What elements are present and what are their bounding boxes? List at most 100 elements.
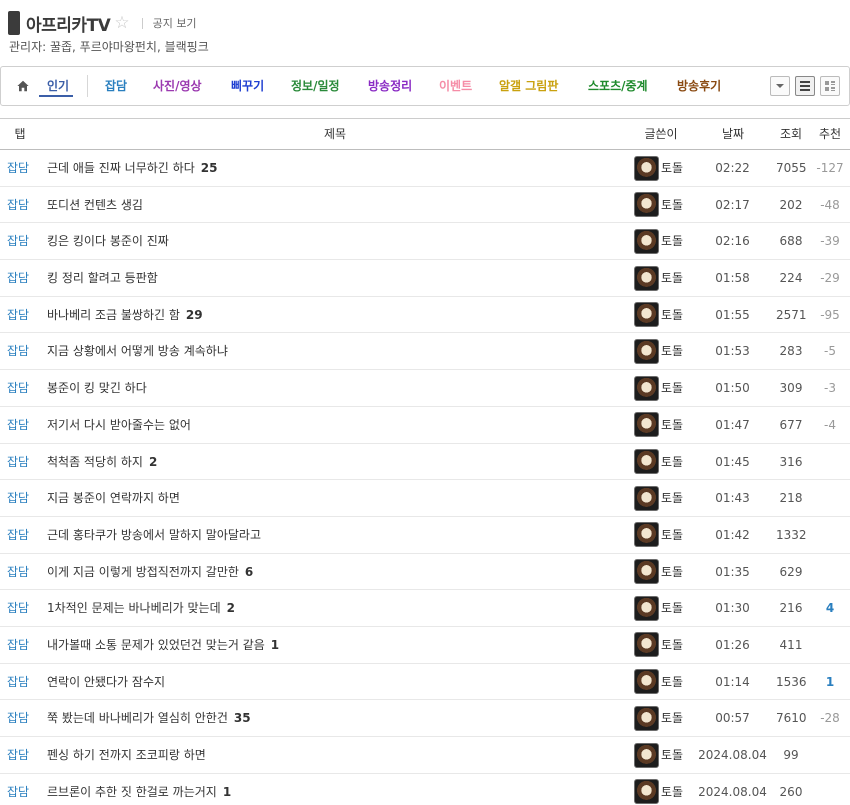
- writer-nick[interactable]: 토돌: [661, 517, 683, 553]
- post-title-link[interactable]: 저기서 다시 받아줄수는 없어: [47, 407, 191, 443]
- row-tab[interactable]: 잡담: [7, 590, 29, 626]
- row-tab[interactable]: 잡담: [7, 480, 29, 516]
- row-tab[interactable]: 잡담: [7, 297, 29, 333]
- post-title-link[interactable]: 또디션 컨텐츠 생김: [47, 187, 143, 223]
- writer-nick[interactable]: 토돌: [661, 187, 683, 223]
- writer[interactable]: 토돌: [634, 297, 683, 333]
- tab-chat[interactable]: 잡담: [105, 67, 127, 105]
- post-title[interactable]: 내가볼때 소통 문제가 있었던건 맞는거 같음: [47, 638, 265, 652]
- post-title-link[interactable]: 르브론이 추한 짓 한걸로 까는거지 1: [47, 774, 231, 805]
- writer[interactable]: 토돌: [634, 260, 683, 296]
- comment-count[interactable]: 2: [227, 601, 235, 615]
- post-title-link[interactable]: 연락이 안됐다가 잠수지: [47, 664, 165, 700]
- comment-count[interactable]: 6: [245, 565, 253, 579]
- writer[interactable]: 토돌: [634, 150, 683, 186]
- row-tab[interactable]: 잡담: [7, 370, 29, 406]
- comment-count[interactable]: 1: [223, 785, 231, 799]
- writer-nick[interactable]: 토돌: [661, 444, 683, 480]
- tab-drawing-board[interactable]: 알갤 그림판: [499, 67, 558, 105]
- post-title[interactable]: 1차적인 문제는 바나베리가 맞는데: [47, 601, 221, 615]
- writer-nick[interactable]: 토돌: [661, 590, 683, 626]
- writer[interactable]: 토돌: [634, 627, 683, 663]
- post-title-link[interactable]: 봉준이 킹 맞긴 하다: [47, 370, 147, 406]
- post-title[interactable]: 펜싱 하기 전까지 조코피랑 하면: [47, 748, 206, 762]
- post-title-link[interactable]: 킹 정리 할려고 등판함: [47, 260, 158, 296]
- writer[interactable]: 토돌: [634, 590, 683, 626]
- table-row[interactable]: 잡담 이게 지금 이렇게 방접직전까지 갈만한 6 토돌 01:35 629: [0, 554, 850, 591]
- writer-nick[interactable]: 토돌: [661, 700, 683, 736]
- tab-stream-review[interactable]: 방송후기: [677, 67, 721, 105]
- table-row[interactable]: 잡담 쭉 봤는데 바나베리가 열심히 안한건 35 토돌 00:57 7610 -28: [0, 700, 850, 737]
- writer-nick[interactable]: 토돌: [661, 480, 683, 516]
- tab-info-schedule[interactable]: 정보/일정: [291, 67, 340, 105]
- table-row[interactable]: 잡담 척척좀 적당히 하지 2 토돌 01:45 316: [0, 444, 850, 481]
- post-title[interactable]: 킹 정리 할려고 등판함: [47, 271, 158, 285]
- writer-nick[interactable]: 토돌: [661, 333, 683, 369]
- row-tab[interactable]: 잡담: [7, 260, 29, 296]
- comment-count[interactable]: 25: [201, 161, 218, 175]
- post-title-link[interactable]: 바나베리 조금 불쌍하긴 함 29: [47, 297, 203, 333]
- writer[interactable]: 토돌: [634, 223, 683, 259]
- row-tab[interactable]: 잡담: [7, 700, 29, 736]
- home-icon[interactable]: [17, 80, 29, 92]
- table-row[interactable]: 잡담 근데 애들 진짜 너무하긴 하다 25 토돌 02:22 7055 -127: [0, 150, 850, 187]
- post-title-link[interactable]: 지금 상황에서 어떻게 방송 계속하냐: [47, 333, 228, 369]
- writer-nick[interactable]: 토돌: [661, 370, 683, 406]
- tab-stream-summary[interactable]: 방송정리: [368, 67, 412, 105]
- table-row[interactable]: 잡담 연락이 안됐다가 잠수지 토돌 01:14 1536 1: [0, 664, 850, 701]
- post-title[interactable]: 킹은 킹이다 봉준이 진짜: [47, 234, 169, 248]
- table-row[interactable]: 잡담 1차적인 문제는 바나베리가 맞는데 2 토돌 01:30 216 4: [0, 590, 850, 627]
- writer-nick[interactable]: 토돌: [661, 223, 683, 259]
- post-title[interactable]: 바나베리 조금 불쌍하긴 함: [47, 308, 180, 322]
- writer-nick[interactable]: 토돌: [661, 260, 683, 296]
- writer[interactable]: 토돌: [634, 700, 683, 736]
- star-icon[interactable]: ☆: [114, 14, 129, 32]
- comment-count[interactable]: 2: [149, 455, 157, 469]
- writer-nick[interactable]: 토돌: [661, 297, 683, 333]
- writer[interactable]: 토돌: [634, 737, 683, 773]
- table-row[interactable]: 잡담 내가볼때 소통 문제가 있었던건 맞는거 같음 1 토돌 01:26 411: [0, 627, 850, 664]
- comment-count[interactable]: 29: [186, 308, 203, 322]
- table-row[interactable]: 잡담 저기서 다시 받아줄수는 없어 토돌 01:47 677 -4: [0, 407, 850, 444]
- row-tab[interactable]: 잡담: [7, 774, 29, 805]
- post-title[interactable]: 또디션 컨텐츠 생김: [47, 198, 143, 212]
- row-tab[interactable]: 잡담: [7, 333, 29, 369]
- table-row[interactable]: 잡담 펜싱 하기 전까지 조코피랑 하면 토돌 2024.08.04 99: [0, 737, 850, 774]
- writer-nick[interactable]: 토돌: [661, 150, 683, 186]
- row-tab[interactable]: 잡담: [7, 627, 29, 663]
- row-tab[interactable]: 잡담: [7, 554, 29, 590]
- post-title[interactable]: 근데 애들 진짜 너무하긴 하다: [47, 161, 195, 175]
- table-row[interactable]: 잡담 봉준이 킹 맞긴 하다 토돌 01:50 309 -3: [0, 370, 850, 407]
- tab-sports[interactable]: 스포츠/중계: [588, 67, 648, 105]
- table-row[interactable]: 잡담 킹 정리 할려고 등판함 토돌 01:58 224 -29: [0, 260, 850, 297]
- post-title[interactable]: 척척좀 적당히 하지: [47, 455, 143, 469]
- table-row[interactable]: 잡담 지금 상황에서 어떻게 방송 계속하냐 토돌 01:53 283 -5: [0, 333, 850, 371]
- writer[interactable]: 토돌: [634, 444, 683, 480]
- post-title-link[interactable]: 이게 지금 이렇게 방접직전까지 갈만한 6: [47, 554, 253, 590]
- table-row[interactable]: 잡담 근데 홍타쿠가 방송에서 말하지 말아달라고 토돌 01:42 1332: [0, 517, 850, 554]
- row-tab[interactable]: 잡담: [7, 407, 29, 443]
- post-title-link[interactable]: 내가볼때 소통 문제가 있었던건 맞는거 같음 1: [47, 627, 279, 663]
- writer[interactable]: 토돌: [634, 407, 683, 443]
- row-tab[interactable]: 잡담: [7, 444, 29, 480]
- table-row[interactable]: 잡담 킹은 킹이다 봉준이 진짜 토돌 02:16 688 -39: [0, 223, 850, 261]
- writer[interactable]: 토돌: [634, 333, 683, 369]
- row-tab[interactable]: 잡담: [7, 737, 29, 773]
- post-title-link[interactable]: 근데 홍타쿠가 방송에서 말하지 말아달라고: [47, 517, 261, 553]
- post-title-link[interactable]: 1차적인 문제는 바나베리가 맞는데 2: [47, 590, 235, 626]
- writer[interactable]: 토돌: [634, 774, 683, 805]
- notice-button[interactable]: 공지 보기: [153, 15, 197, 31]
- row-tab[interactable]: 잡담: [7, 664, 29, 700]
- writer[interactable]: 토돌: [634, 480, 683, 516]
- post-title-link[interactable]: 쭉 봤는데 바나베리가 열심히 안한건 35: [47, 700, 251, 736]
- writer-nick[interactable]: 토돌: [661, 627, 683, 663]
- writer-nick[interactable]: 토돌: [661, 554, 683, 590]
- table-row[interactable]: 잡담 지금 봉준이 연락까지 하면 토돌 01:43 218: [0, 480, 850, 517]
- post-title-link[interactable]: 척척좀 적당히 하지 2: [47, 444, 157, 480]
- post-title-link[interactable]: 펜싱 하기 전까지 조코피랑 하면: [47, 737, 206, 773]
- row-tab[interactable]: 잡담: [7, 150, 29, 186]
- tab-event[interactable]: 이벤트: [439, 67, 472, 105]
- post-title[interactable]: 저기서 다시 받아줄수는 없어: [47, 418, 191, 432]
- writer-nick[interactable]: 토돌: [661, 664, 683, 700]
- tab-photo-video[interactable]: 사진/영상: [153, 67, 202, 105]
